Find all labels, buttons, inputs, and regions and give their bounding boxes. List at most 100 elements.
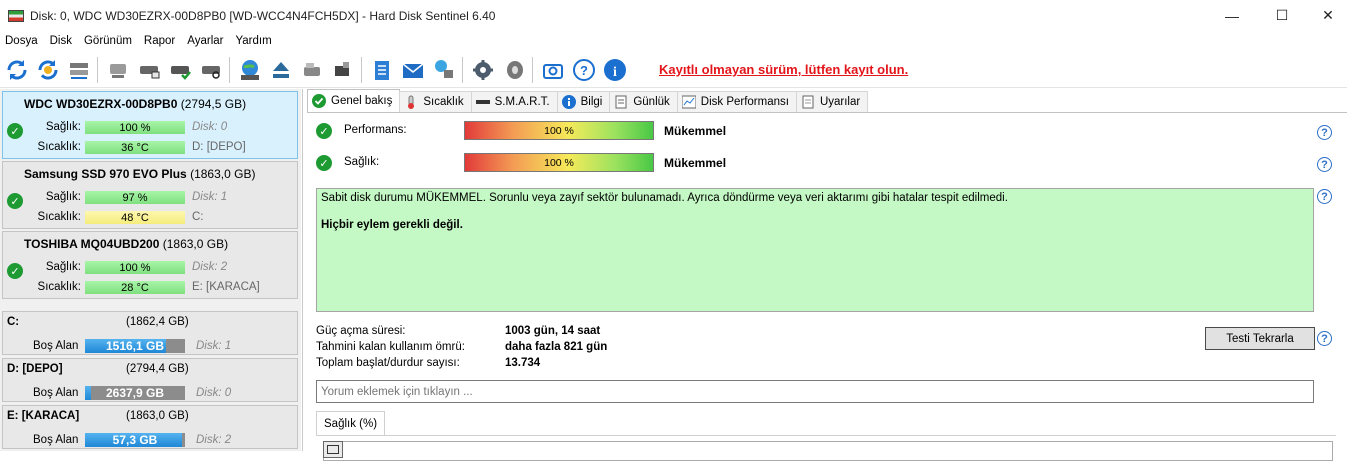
disk-card[interactable]: TOSHIBA MQ04UBD200 (1863,0 GB) ✓ Sağlık:… <box>2 231 298 299</box>
volume-disk: Disk: 2 <box>196 434 232 446</box>
toolbar-separator <box>361 56 362 83</box>
status-text: Sabit disk durumu MÜKEMMEL. Sorunlu veya… <box>321 192 1008 204</box>
volume-name: D: [DEPO] <box>7 363 63 375</box>
tab-temperature[interactable]: Sıcaklık <box>399 91 472 112</box>
tab-overview[interactable]: Genel bakış <box>307 89 401 112</box>
lifetime-label: Tahmini kalan kullanım ömrü: <box>316 341 465 353</box>
maximize-button[interactable]: ☐ <box>1259 0 1305 31</box>
drive-icon <box>475 95 490 109</box>
menu-dosya[interactable]: Dosya <box>0 35 45 47</box>
sound-icon[interactable] <box>500 56 528 84</box>
minimize-button[interactable]: — <box>1209 0 1255 31</box>
registration-link[interactable]: Kayıtlı olmayan sürüm, lütfen kayıt olun… <box>659 62 908 77</box>
free-space-label: Boş Alan <box>33 434 79 446</box>
info-icon[interactable]: i <box>601 56 629 84</box>
menu-bar: Dosya Disk Görünüm Rapor Ayarlar Yardım <box>0 31 1347 51</box>
disk-volumes: E: [KARACA] <box>192 281 260 293</box>
volume-disk: Disk: 0 <box>196 387 232 399</box>
screenshot-icon[interactable] <box>539 56 567 84</box>
volume-size: (2794,4 GB) <box>126 363 189 375</box>
health-label: Sağlık: <box>45 261 81 273</box>
disk-card[interactable]: WDC WD30EZRX-00D8PB0 (2794,5 GB) ✓ Sağlı… <box>2 91 298 159</box>
power-on-label: Güç açma süresi: <box>316 325 406 337</box>
report-icon[interactable] <box>368 56 396 84</box>
disk-volumes: C: <box>192 211 204 223</box>
volume-card[interactable]: D: [DEPO] (2794,4 GB) Boş Alan 2637,9 GB… <box>2 358 298 402</box>
help-icon[interactable]: ? <box>1317 189 1332 204</box>
volume-disk: Disk: 1 <box>196 340 232 352</box>
temperature-bar: 36 °C <box>85 141 185 154</box>
app-icon <box>8 9 24 22</box>
disk-name: WDC WD30EZRX-00D8PB0 (2794,5 GB) <box>24 97 247 111</box>
free-space-bar: 2637,9 GB <box>85 386 185 400</box>
svg-text:?: ? <box>580 63 588 78</box>
health-chart-area <box>316 435 1336 461</box>
help-icon[interactable]: ? <box>1317 331 1332 346</box>
disk-search-icon[interactable] <box>197 56 225 84</box>
help-icon[interactable]: ? <box>570 56 598 84</box>
performance-status: Mükemmel <box>664 124 727 138</box>
disk-card[interactable]: Samsung SSD 970 EVO Plus (1863,0 GB) ✓ S… <box>2 161 298 229</box>
disk-number: Disk: 2 <box>192 261 228 273</box>
settings-icon[interactable] <box>469 56 497 84</box>
performance-row: ✓ Performans: 100 % Mükemmel <box>316 120 1346 142</box>
temperature-label: Sıcaklık: <box>37 211 81 223</box>
disk-gray-icon[interactable] <box>104 56 132 84</box>
volume-size: (1862,4 GB) <box>126 316 189 328</box>
free-space-bar: 1516,1 GB <box>85 339 185 353</box>
tab-log[interactable]: Günlük <box>609 91 678 112</box>
tab-strip: Genel bakış Sıcaklık S.M.A.R.T. Bilgi Gü… <box>307 89 869 112</box>
usb-disk-icon[interactable] <box>298 56 326 84</box>
retest-button[interactable]: Testi Tekrarla <box>1205 327 1315 350</box>
menu-rapor[interactable]: Rapor <box>139 35 182 47</box>
volume-card[interactable]: E: [KARACA] (1863,0 GB) Boş Alan 57,3 GB… <box>2 405 298 449</box>
tab-info[interactable]: Bilgi <box>556 91 611 112</box>
toolbar-separator <box>229 56 230 83</box>
disk-test-icon[interactable] <box>135 56 163 84</box>
health-chart-tab[interactable]: Sağlık (%) <box>316 411 386 436</box>
free-space-bar: 57,3 GB <box>85 433 185 447</box>
menu-disk[interactable]: Disk <box>45 35 79 47</box>
ssd-icon[interactable] <box>329 56 357 84</box>
main-panel: Genel bakış Sıcaklık S.M.A.R.T. Bilgi Gü… <box>302 89 1347 461</box>
volume-card[interactable]: C: (1862,4 GB) Boş Alan 1516,1 GB Disk: … <box>2 311 298 355</box>
eject-icon[interactable] <box>267 56 295 84</box>
disk-number: Disk: 1 <box>192 191 228 203</box>
disk-name: TOSHIBA MQ04UBD200 (1863,0 GB) <box>24 237 229 251</box>
temperature-label: Sıcaklık: <box>37 141 81 153</box>
tab-alerts[interactable]: Uyarılar <box>795 91 869 112</box>
thermometer-icon <box>404 95 418 109</box>
comment-input[interactable] <box>316 380 1314 403</box>
toolbar: ? i Kayıtlı olmayan sürüm, lütfen kayıt … <box>0 52 1347 88</box>
check-icon: ✓ <box>316 123 332 139</box>
chart-toggle-button[interactable] <box>323 441 343 458</box>
startstop-value: 13.734 <box>505 357 541 369</box>
network-icon[interactable] <box>430 56 458 84</box>
disk-volumes: D: [DEPO] <box>192 141 246 153</box>
help-icon[interactable]: ? <box>1317 125 1332 140</box>
volume-name: E: [KARACA] <box>7 410 80 422</box>
temperature-bar: 48 °C <box>85 211 185 224</box>
free-space-label: Boş Alan <box>33 340 79 352</box>
power-on-value: 1003 gün, 14 saat <box>505 325 601 337</box>
menu-yardim[interactable]: Yardım <box>230 35 278 47</box>
refresh-all-icon[interactable] <box>34 56 62 84</box>
tab-smart[interactable]: S.M.A.R.T. <box>470 91 558 112</box>
health-label: Sağlık: <box>45 191 81 203</box>
volume-name: C: <box>7 316 20 328</box>
disk-check-icon[interactable] <box>166 56 194 84</box>
refresh-icon[interactable] <box>3 56 31 84</box>
menu-ayarlar[interactable]: Ayarlar <box>182 35 230 47</box>
title-bar: Disk: 0, WDC WD30EZRX-00D8PB0 [WD-WCC4N4… <box>0 0 1347 31</box>
disk-details-icon[interactable] <box>65 56 93 84</box>
help-icon[interactable]: ? <box>1317 157 1332 172</box>
check-icon: ✓ <box>316 155 332 171</box>
close-button[interactable]: ✕ <box>1305 0 1347 31</box>
startstop-label: Toplam başlat/durdur sayısı: <box>316 357 460 369</box>
mail-icon[interactable] <box>399 56 427 84</box>
globe-disk-icon[interactable] <box>236 56 264 84</box>
temperature-bar: 28 °C <box>85 281 185 294</box>
tab-performance[interactable]: Disk Performansı <box>676 91 797 112</box>
overview-panel: ✓ Performans: 100 % Mükemmel ? ✓ Sağlık:… <box>307 112 1347 461</box>
menu-gorunum[interactable]: Görünüm <box>79 35 139 47</box>
